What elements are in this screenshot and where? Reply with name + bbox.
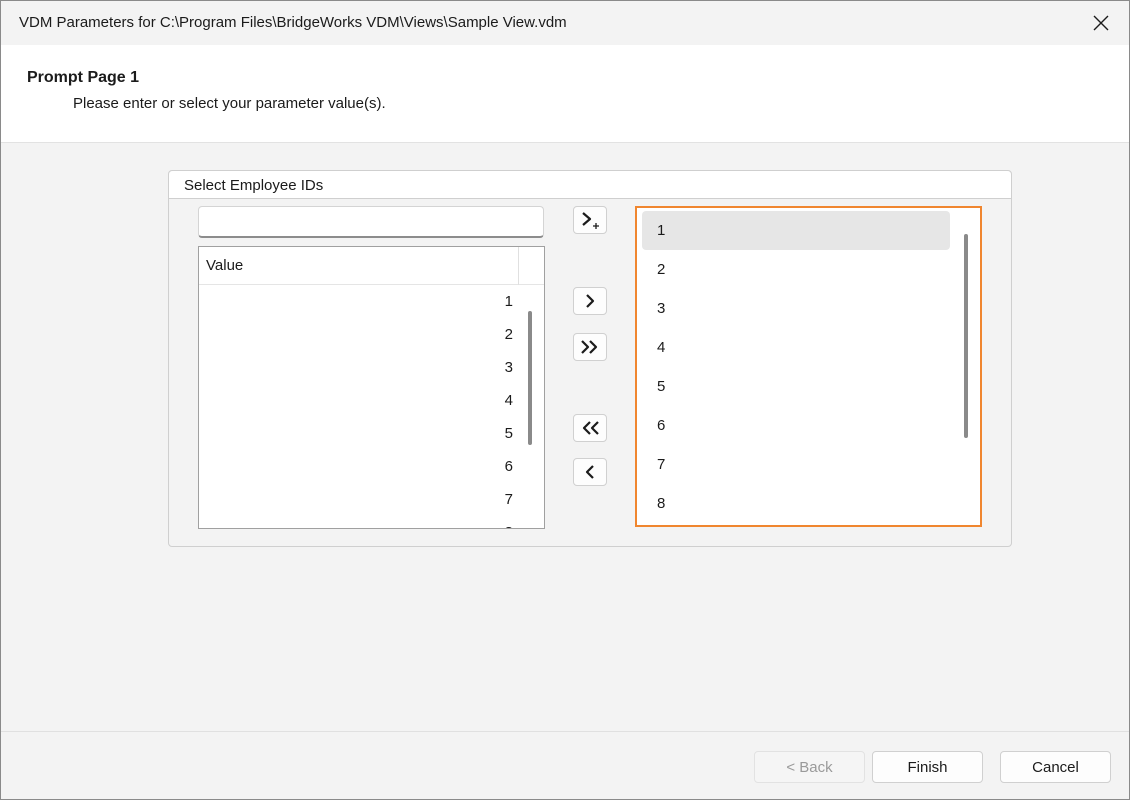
finish-button[interactable]: Finish [872,751,983,783]
available-row[interactable]: 5 [199,417,519,450]
move-right-button[interactable] [573,287,607,315]
chevron-left-icon [585,465,594,479]
cancel-button[interactable]: Cancel [1000,751,1111,783]
group-header: Select Employee IDs [169,171,1011,199]
dialog-window: VDM Parameters for C:\Program Files\Brid… [0,0,1130,800]
double-chevron-right-icon [581,340,598,354]
available-row[interactable]: 6 [199,450,519,483]
selected-row[interactable]: 2 [642,250,950,289]
group-label: Select Employee IDs [184,177,324,194]
available-row[interactable]: 1 [199,285,519,318]
page-title: Prompt Page 1 [27,69,140,86]
available-row[interactable]: 3 [199,351,519,384]
dialog-footer: < Back Finish Cancel [1,731,1129,799]
move-all-left-button[interactable] [573,414,607,442]
available-row[interactable]: 7 [199,483,519,516]
value-search-input[interactable] [198,206,544,238]
selected-row[interactable]: 3 [642,289,950,328]
available-row[interactable]: 2 [199,318,519,351]
window-title: VDM Parameters for C:\Program Files\Brid… [19,14,567,31]
column-header-value[interactable]: Value [206,257,243,274]
available-row[interactable]: 8 [199,516,519,528]
move-all-right-button[interactable] [573,333,607,361]
selected-row[interactable]: 1 [642,211,950,250]
column-separator [518,247,519,285]
available-scroll-thumb[interactable] [528,311,532,445]
add-custom-value-button[interactable] [573,206,607,234]
available-values-grid: Value 1 2 3 4 5 6 7 8 [198,246,545,529]
selected-row[interactable]: 4 [642,328,950,367]
available-row[interactable]: 4 [199,384,519,417]
selected-row[interactable]: 6 [642,406,950,445]
chevron-right-icon [586,294,595,308]
selected-rows: 1 2 3 4 5 6 7 8 [642,211,950,523]
double-chevron-left-icon [582,421,599,435]
selected-row[interactable]: 5 [642,367,950,406]
selected-scroll-thumb[interactable] [964,234,968,438]
close-button[interactable] [1085,7,1117,39]
close-icon [1093,15,1109,31]
move-left-button[interactable] [573,458,607,486]
back-button[interactable]: < Back [754,751,865,783]
chevron-right-plus-icon [582,212,599,229]
grid-header: Value [199,247,544,285]
prompt-header: Prompt Page 1 Please enter or select you… [1,45,1129,143]
selected-values-list: 1 2 3 4 5 6 7 8 [635,206,982,527]
selected-row[interactable]: 7 [642,445,950,484]
available-rows: 1 2 3 4 5 6 7 8 [199,285,519,528]
title-bar: VDM Parameters for C:\Program Files\Brid… [1,1,1129,45]
page-subtitle: Please enter or select your parameter va… [73,95,386,112]
selected-row[interactable]: 8 [642,484,950,523]
